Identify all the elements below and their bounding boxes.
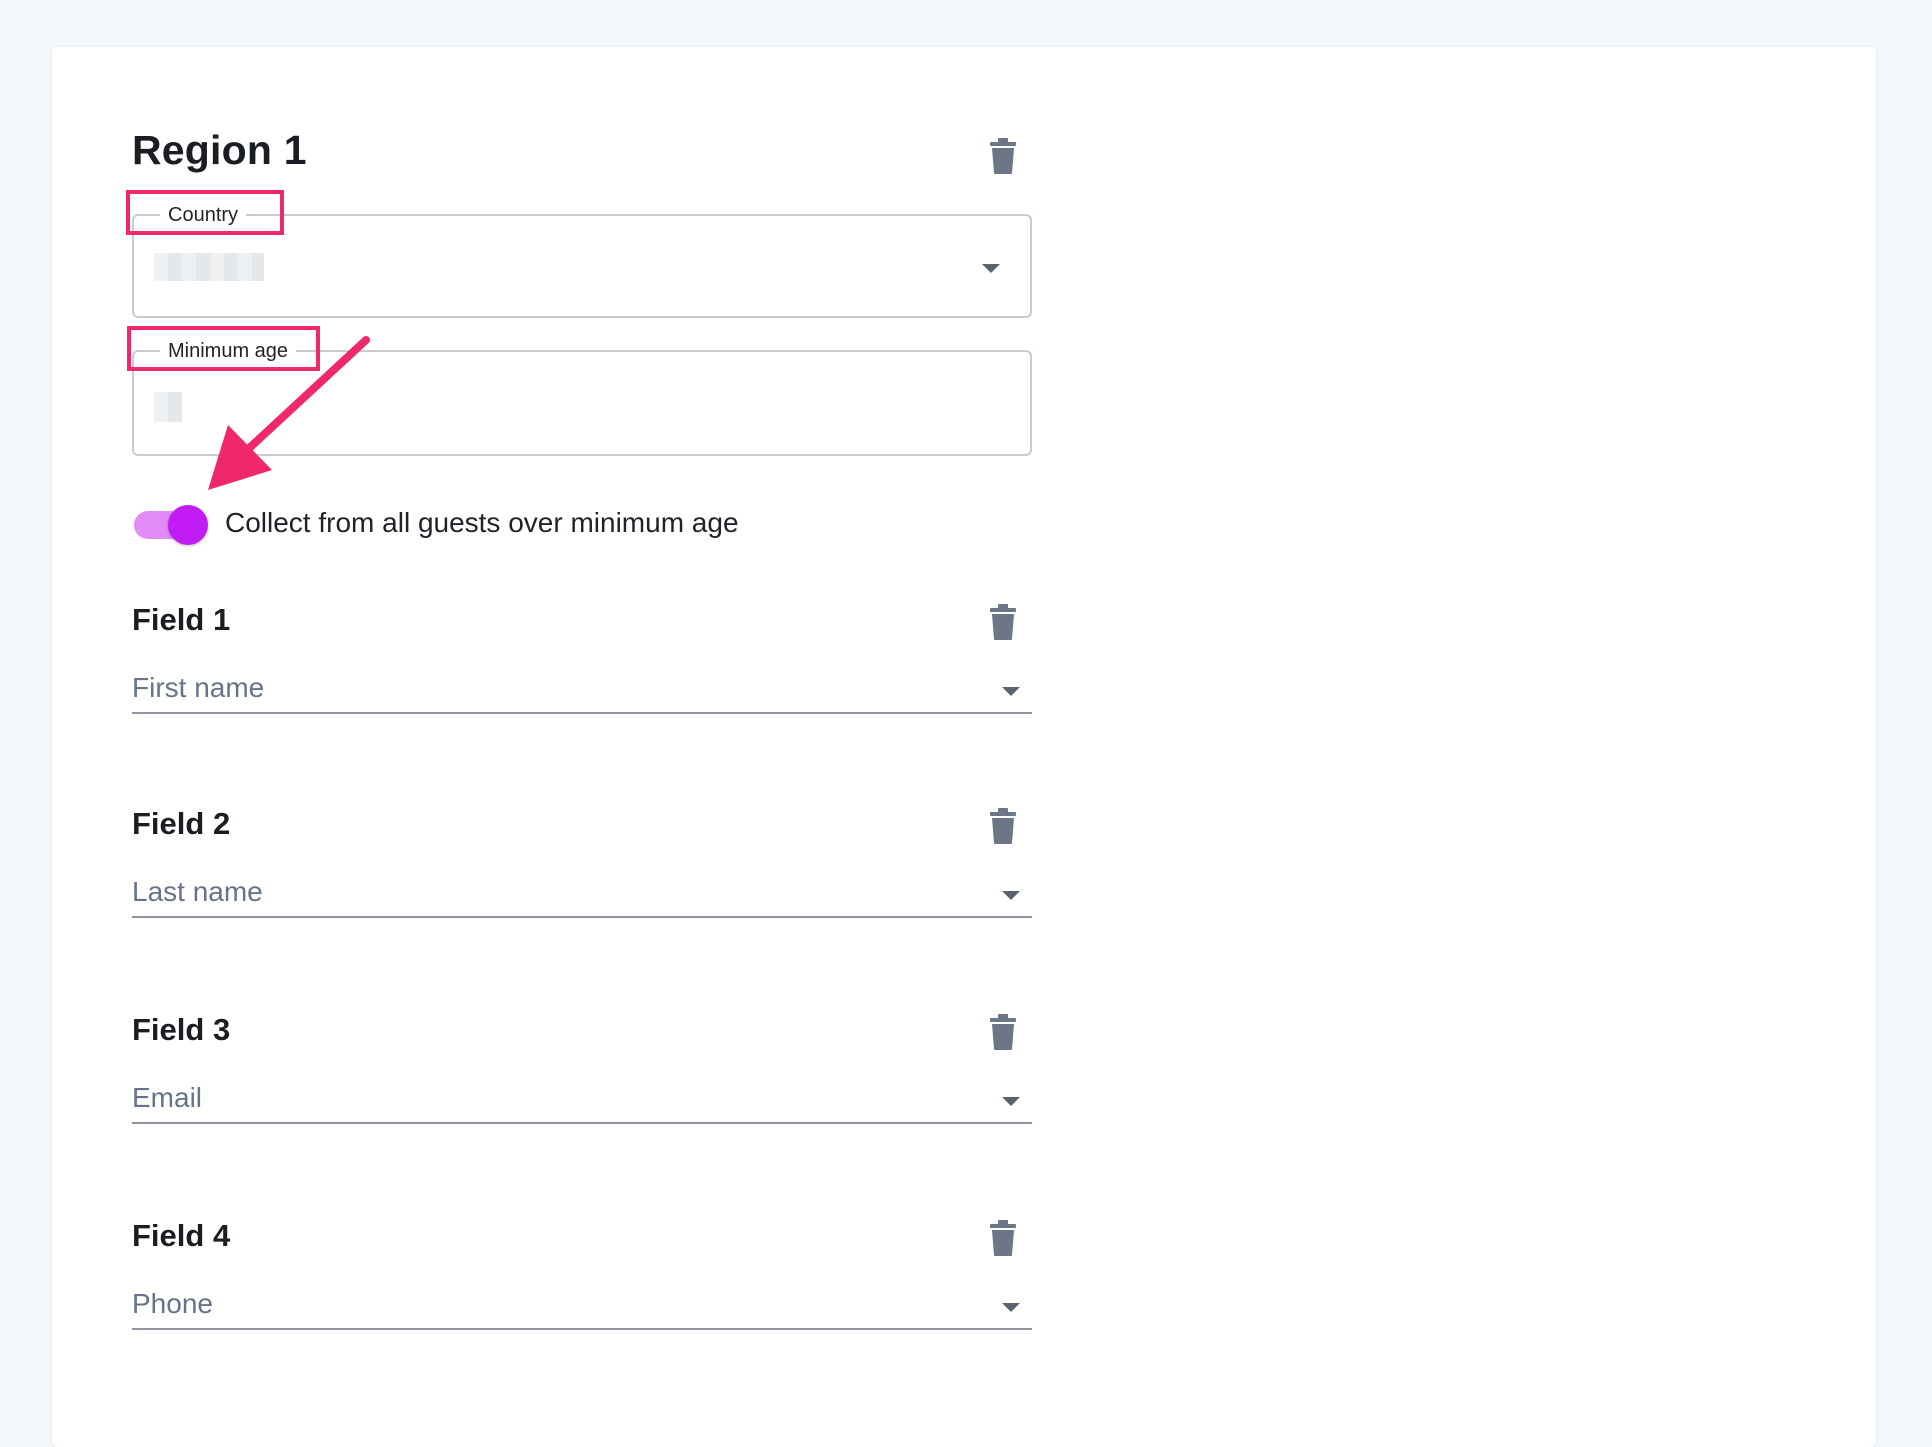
region-card: Region 1 Country Minimum age Collect fro… xyxy=(52,47,1876,1447)
field-2-value: Last name xyxy=(132,876,263,907)
country-label-highlight xyxy=(126,190,284,235)
field-3-title: Field 3 xyxy=(132,1012,231,1047)
delete-region-button[interactable] xyxy=(990,138,1016,174)
trash-icon xyxy=(990,1014,1016,1050)
field-4-value: Phone xyxy=(132,1288,213,1319)
chevron-down-icon xyxy=(1002,891,1020,900)
field-1-value: First name xyxy=(132,672,265,703)
field-3-select[interactable]: Email xyxy=(132,1080,1032,1124)
delete-field-3-button[interactable] xyxy=(990,1014,1016,1050)
trash-icon xyxy=(990,138,1016,174)
chevron-down-icon xyxy=(1002,1097,1020,1106)
field-1-title: Field 1 xyxy=(132,602,231,637)
field-2-title: Field 2 xyxy=(132,806,231,841)
field-2-select[interactable]: Last name xyxy=(132,874,1032,918)
minimum-age-label-highlight xyxy=(127,326,320,371)
trash-icon xyxy=(990,1220,1016,1256)
delete-field-4-button[interactable] xyxy=(990,1220,1016,1256)
collect-toggle-label: Collect from all guests over minimum age xyxy=(225,507,739,538)
collect-toggle-knob[interactable] xyxy=(168,505,208,545)
region-title: Region 1 xyxy=(132,127,307,173)
delete-field-1-button[interactable] xyxy=(990,604,1016,640)
field-4-title: Field 4 xyxy=(132,1218,231,1253)
field-4-select[interactable]: Phone xyxy=(132,1286,1032,1330)
field-1-select[interactable]: First name xyxy=(132,670,1032,714)
country-value-redacted xyxy=(154,253,264,281)
field-3-value: Email xyxy=(132,1082,203,1113)
chevron-down-icon xyxy=(982,264,1000,273)
minimum-age-value-redacted xyxy=(154,392,182,422)
chevron-down-icon xyxy=(1002,1303,1020,1312)
trash-icon xyxy=(990,808,1016,844)
trash-icon xyxy=(990,604,1016,640)
chevron-down-icon xyxy=(1002,687,1020,696)
delete-field-2-button[interactable] xyxy=(990,808,1016,844)
